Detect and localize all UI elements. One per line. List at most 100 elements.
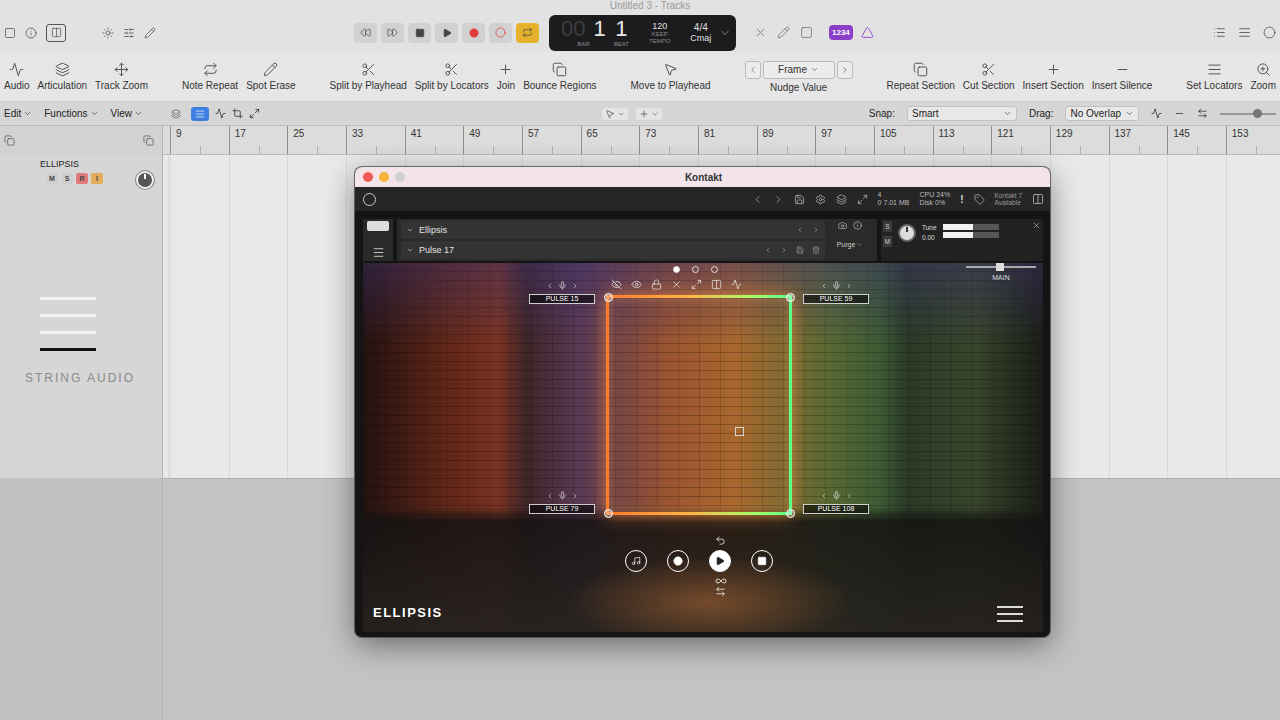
settings-icon[interactable] <box>815 194 826 205</box>
tool-icon[interactable] <box>114 62 129 77</box>
toolbar-toggle[interactable] <box>46 24 66 42</box>
capture-icon[interactable] <box>495 27 506 38</box>
kontakt-title-bar[interactable]: Kontakt <box>355 167 1050 187</box>
tool-icon[interactable] <box>9 62 24 77</box>
mixer-icon[interactable] <box>123 27 135 39</box>
new-track-icon[interactable] <box>4 135 15 146</box>
mic-label[interactable]: PULSE 15 <box>529 294 595 304</box>
mute-button[interactable]: M <box>883 236 892 247</box>
chevron-down-icon[interactable] <box>810 65 819 74</box>
tool-button[interactable]: Repeat Section <box>886 62 954 91</box>
pointer-icon[interactable] <box>605 109 615 119</box>
tool-button[interactable]: Insert Silence <box>1092 62 1153 91</box>
chevron-down-icon[interactable] <box>1125 109 1134 118</box>
next-icon[interactable] <box>571 492 579 500</box>
catch-icon[interactable] <box>249 108 260 119</box>
next-icon[interactable] <box>812 226 820 234</box>
global-tracks-icon[interactable] <box>143 135 154 146</box>
snapshot-icon[interactable] <box>838 221 847 230</box>
stop-icon[interactable] <box>757 556 767 566</box>
save-icon[interactable] <box>794 194 805 205</box>
plus-icon[interactable] <box>639 109 649 119</box>
tool-icon[interactable] <box>1046 62 1061 77</box>
play-button[interactable] <box>709 550 731 572</box>
flex-icon[interactable] <box>232 108 243 119</box>
ruler[interactable]: 9172533414957657381899710511312112913714… <box>163 126 1280 155</box>
info-icon[interactable] <box>853 221 862 230</box>
mic-icon[interactable] <box>832 491 841 500</box>
tool-button[interactable]: Spot Erase <box>246 62 295 91</box>
nudge-right-button[interactable] <box>837 61 853 79</box>
record-icon[interactable] <box>673 556 683 566</box>
tool-icon[interactable] <box>498 62 513 77</box>
show-icon[interactable] <box>631 279 642 290</box>
zoom-button[interactable] <box>395 172 405 182</box>
tool-button[interactable]: Articulation <box>38 62 87 91</box>
chevron-down-icon[interactable] <box>1003 109 1012 118</box>
close-button[interactable] <box>363 172 373 182</box>
menu-item[interactable]: Functions <box>44 108 98 119</box>
mic-label[interactable]: PULSE 108 <box>803 504 869 514</box>
license-status[interactable]: Kontakt 7Available <box>995 192 1022 206</box>
rewind-icon[interactable] <box>360 27 371 38</box>
toolbar-icon[interactable] <box>51 27 62 38</box>
library-icon[interactable] <box>4 27 16 39</box>
chevron-down-icon[interactable] <box>617 110 625 118</box>
lcd-display[interactable]: 001BAR1BEAT120KEEPTEMPO4/4Cmaj <box>549 15 736 51</box>
tool-icon[interactable] <box>552 62 567 77</box>
tool-button[interactable]: Zoom <box>1250 62 1276 91</box>
pulse-field[interactable] <box>606 295 792 515</box>
nudge-value-select[interactable]: Frame <box>763 61 835 79</box>
cycle-icon[interactable] <box>522 27 533 38</box>
tool-icon[interactable] <box>913 62 928 77</box>
close-icon[interactable] <box>1032 221 1041 230</box>
list-editors-icon[interactable] <box>1213 26 1226 39</box>
chevron-down-icon[interactable] <box>651 110 659 118</box>
instrument-name[interactable]: Ellipsis <box>401 221 825 239</box>
note-icon[interactable] <box>631 556 641 566</box>
layout-icon[interactable] <box>836 194 847 205</box>
page-dot[interactable] <box>692 266 699 273</box>
view-toggle[interactable] <box>167 107 185 121</box>
help-icon[interactable] <box>25 27 37 39</box>
tool-icon[interactable] <box>444 62 459 77</box>
browser-icon[interactable] <box>1263 26 1276 39</box>
right-tool-select[interactable] <box>636 108 662 120</box>
track-header[interactable]: ELLIPSISMSRI <box>0 155 162 200</box>
bars-icon[interactable] <box>711 279 722 290</box>
menu-button[interactable] <box>997 606 1023 622</box>
tool-icon[interactable] <box>981 62 996 77</box>
count-in-button[interactable]: 1234 <box>829 25 853 40</box>
smart-controls-icon[interactable] <box>102 27 114 39</box>
tool-button[interactable]: Insert Section <box>1023 62 1084 91</box>
automation-icon[interactable] <box>215 108 226 119</box>
forward-icon[interactable] <box>387 27 398 38</box>
tool-button[interactable]: Bounce Regions <box>523 62 596 91</box>
nudge-left-button[interactable] <box>745 61 761 79</box>
undo-icon[interactable] <box>715 535 726 546</box>
view-icon[interactable] <box>171 109 181 119</box>
replace-icon[interactable] <box>754 26 767 39</box>
curve-icon[interactable] <box>731 279 742 290</box>
hide-icon[interactable] <box>611 279 622 290</box>
mic-icon[interactable] <box>558 281 567 290</box>
chevron-down-icon[interactable] <box>406 246 414 254</box>
direction-icon[interactable] <box>715 586 726 597</box>
chevron-down-icon[interactable] <box>23 109 32 118</box>
chevron-down-icon[interactable] <box>90 109 99 118</box>
previous-icon[interactable] <box>820 492 828 500</box>
previous-icon[interactable] <box>820 282 828 290</box>
record-button[interactable] <box>667 550 689 572</box>
mic-icon[interactable] <box>832 281 841 290</box>
next-icon[interactable] <box>845 492 853 500</box>
reset-icon[interactable] <box>671 279 682 290</box>
next-icon[interactable] <box>845 282 853 290</box>
notepad-icon[interactable] <box>1238 26 1251 39</box>
alert-button[interactable]: ! <box>960 194 963 205</box>
chevron-down-icon[interactable] <box>134 109 143 118</box>
tool-button[interactable]: Split by Playhead <box>330 62 407 91</box>
menu-icon[interactable] <box>372 246 385 259</box>
tool-icon[interactable] <box>361 62 376 77</box>
stop-icon[interactable] <box>415 28 425 38</box>
previous-icon[interactable] <box>752 194 763 205</box>
